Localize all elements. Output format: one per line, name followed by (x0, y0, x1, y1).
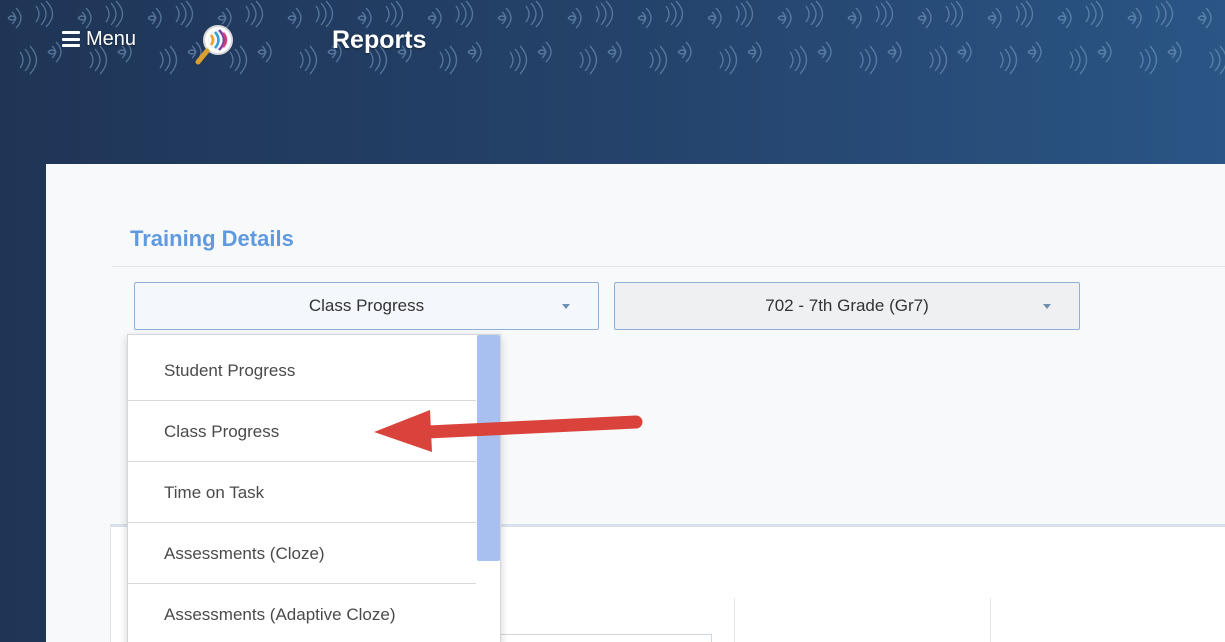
section-title: Training Details (130, 226, 294, 251)
dropdown-item-label: Student Progress (164, 360, 296, 380)
dropdown-item-assessments-cloze[interactable]: Assessments (Cloze) (128, 524, 476, 584)
dropdown-scrollbar[interactable] (477, 335, 500, 561)
chevron-down-icon (562, 304, 570, 309)
dropdown-item-time-on-task[interactable]: Time on Task (128, 463, 476, 523)
menu-button[interactable]: Menu (62, 22, 136, 56)
app-window: Menu Reports Training Details Class Prog… (0, 0, 1225, 642)
header-bar: Menu Reports (0, 0, 1225, 80)
page-title: Reports (332, 26, 427, 54)
hamburger-icon (62, 31, 80, 47)
menu-label: Menu (86, 27, 137, 50)
dropdown-item-label: Assessments (Cloze) (164, 543, 325, 563)
column-divider (990, 598, 991, 642)
report-type-select-value: Class Progress (308, 296, 425, 315)
class-select[interactable]: 702 - 7th Grade (Gr7) (614, 282, 1080, 330)
section-divider (112, 266, 1225, 267)
dropdown-item-student-progress[interactable]: Student Progress (128, 341, 476, 401)
report-type-select[interactable]: Class Progress (134, 282, 599, 330)
header-pattern (0, 0, 1225, 80)
dropdown-item-assessments-adaptive-cloze[interactable]: Assessments (Adaptive Cloze) (128, 585, 476, 642)
class-select-value: 702 - 7th Grade (Gr7) (765, 296, 929, 315)
dropdown-item-label: Class Progress (164, 421, 280, 441)
dropdown-item-label: Assessments (Adaptive Cloze) (164, 604, 396, 624)
report-type-dropdown: Student Progress Class Progress Time on … (127, 334, 501, 642)
magnifier-logo-icon[interactable] (192, 22, 240, 66)
dropdown-item-label: Time on Task (164, 482, 265, 502)
column-divider (734, 598, 735, 642)
chevron-down-icon (1043, 304, 1051, 309)
red-arrow-icon (374, 410, 643, 452)
